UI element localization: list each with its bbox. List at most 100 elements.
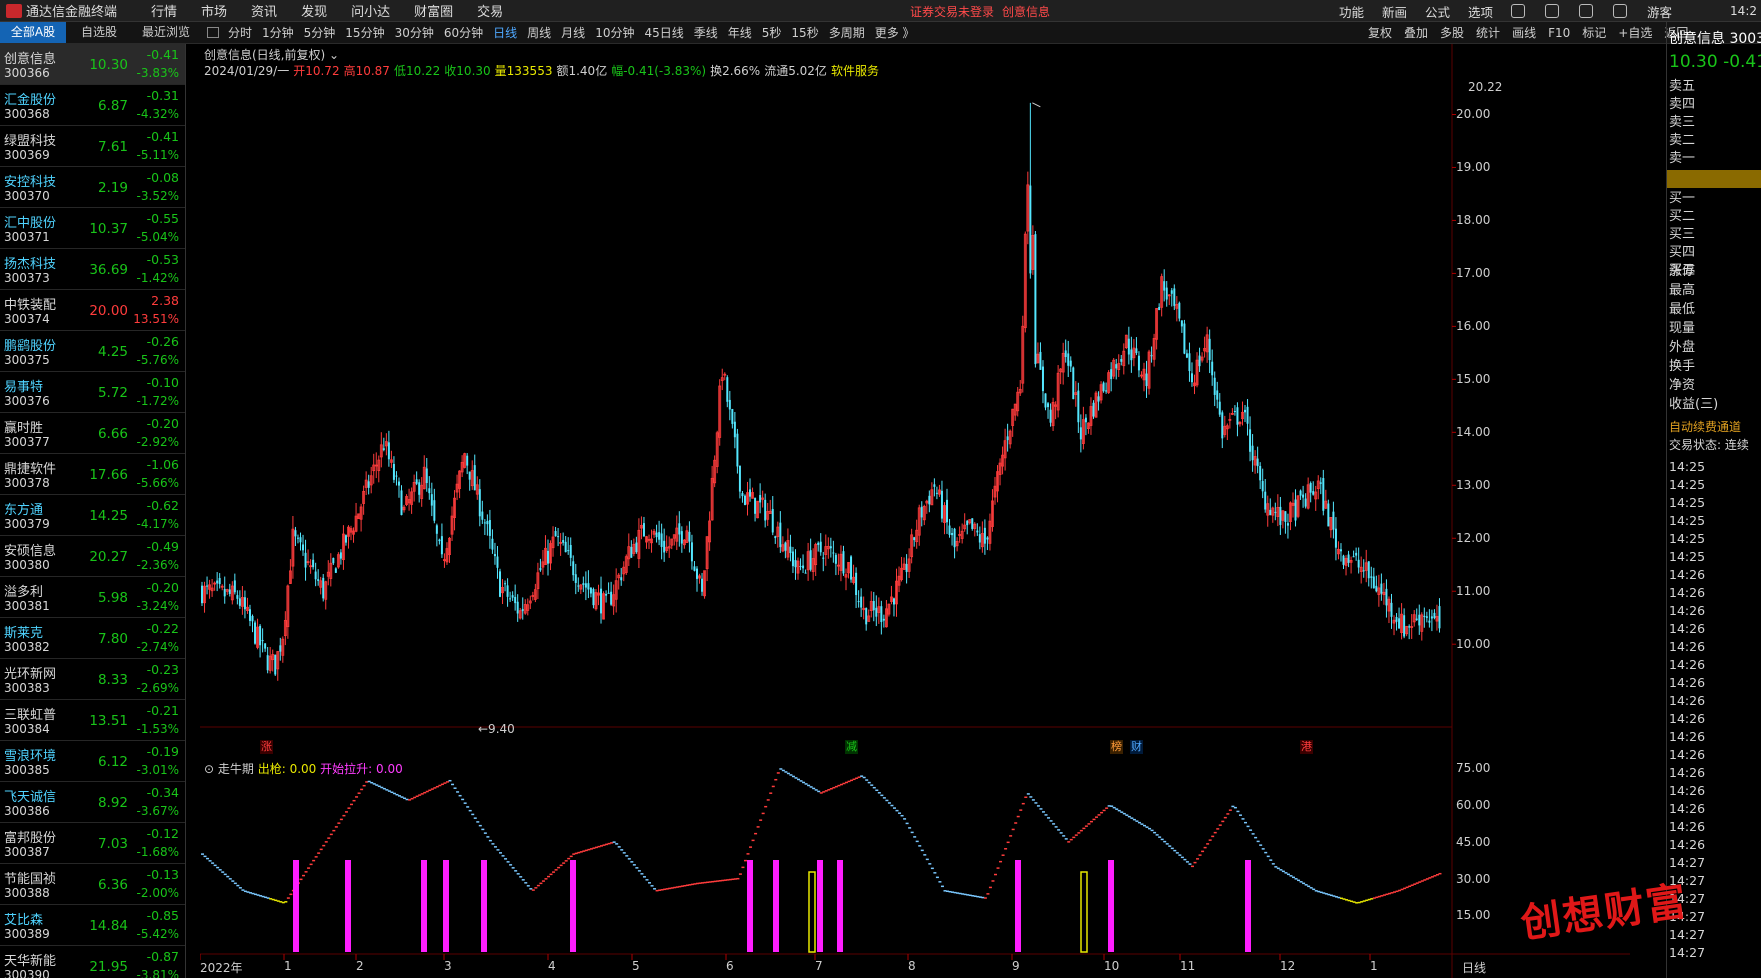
indicator-name[interactable]: 走牛期 (218, 762, 254, 776)
period-3[interactable]: 15分钟 (345, 24, 384, 41)
stock-row[interactable]: 天华新能 300390 21.95 -0.87 -3.81% (0, 946, 185, 978)
tool-4[interactable]: 画线 (1512, 24, 1536, 41)
period-4[interactable]: 30分钟 (395, 24, 434, 41)
menu-formula[interactable]: 公式 (1425, 2, 1450, 21)
period-0[interactable]: 分时 (228, 24, 252, 41)
stock-row[interactable]: 节能国祯 300388 6.36 -0.13 -2.00% (0, 864, 185, 905)
menu-wealth[interactable]: 财富圈 (414, 1, 453, 20)
signal-bar (1015, 860, 1021, 952)
tool-7[interactable]: +自选 (1618, 24, 1652, 41)
candle-body (1246, 406, 1249, 424)
period-7[interactable]: 周线 (527, 24, 551, 41)
event-marker[interactable]: 财 (1130, 740, 1143, 754)
period-5[interactable]: 60分钟 (444, 24, 483, 41)
event-marker[interactable]: 涨 (260, 740, 273, 754)
stock-row[interactable]: 鹏鹞股份 300375 4.25 -0.26 -5.76% (0, 331, 185, 372)
candle-body (1233, 411, 1236, 413)
tool-3[interactable]: 统计 (1476, 24, 1500, 41)
period-2[interactable]: 5分钟 (304, 24, 336, 41)
stock-row[interactable]: 赢时胜 300377 6.66 -0.20 -2.92% (0, 413, 185, 454)
tool-6[interactable]: 标记 (1582, 24, 1606, 41)
panel-toggle-icon[interactable] (207, 27, 219, 38)
menu-news[interactable]: 资讯 (251, 1, 277, 20)
stock-row[interactable]: 艾比森 300389 14.84 -0.85 -5.42% (0, 905, 185, 946)
candle-body (771, 509, 774, 533)
period-16[interactable]: 更多 》 (875, 24, 915, 41)
period-6[interactable]: 日线 (493, 24, 517, 41)
stock-row[interactable]: 溢多利 300381 5.98 -0.20 -3.24% (0, 577, 185, 618)
stock-row[interactable]: 三联虹普 300384 13.51 -0.21 -1.53% (0, 700, 185, 741)
stock-row[interactable]: 汇金股份 300368 6.87 -0.31 -4.32% (0, 85, 185, 126)
chart-canvas[interactable] (200, 44, 1630, 978)
stock-row[interactable]: 安硕信息 300380 20.27 -0.49 -2.36% (0, 536, 185, 577)
menu-options[interactable]: 选项 (1468, 2, 1493, 21)
stock-name: 安控科技 (4, 175, 57, 190)
stock-percent: -4.17% (136, 517, 179, 531)
event-marker[interactable]: 减 (845, 740, 858, 754)
event-marker[interactable]: 港 (1300, 740, 1313, 754)
tab-recent[interactable]: 最近浏览 (132, 22, 200, 43)
candle-body (1041, 366, 1044, 392)
period-12[interactable]: 年线 (728, 24, 752, 41)
period-10[interactable]: 45日线 (644, 24, 683, 41)
candle-body (554, 531, 557, 537)
menu-discover[interactable]: 发现 (301, 1, 327, 20)
stock-row[interactable]: 汇中股份 300371 10.37 -0.55 -5.04% (0, 208, 185, 249)
tool-5[interactable]: F10 (1548, 26, 1570, 40)
candle-body (880, 606, 883, 623)
message-icon[interactable] (1545, 4, 1560, 18)
stock-row[interactable]: 鼎捷软件 300378 17.66 -1.06 -5.66% (0, 454, 185, 495)
user-label[interactable]: 游客 (1647, 2, 1672, 21)
event-marker[interactable]: 榜 (1110, 740, 1123, 754)
candle-body (860, 596, 863, 608)
skin-icon[interactable] (1613, 4, 1628, 18)
stock-row[interactable]: 中铁装配 300374 20.00 2.38 13.51% (0, 290, 185, 331)
stock-row[interactable]: 易事特 300376 5.72 -0.10 -1.72% (0, 372, 185, 413)
menu-quotes[interactable]: 行情 (151, 1, 177, 20)
tool-0[interactable]: 复权 (1368, 24, 1392, 41)
stock-row[interactable]: 富邦股份 300387 7.03 -0.12 -1.68% (0, 823, 185, 864)
stock-row[interactable]: 斯莱克 300382 7.80 -0.22 -2.74% (0, 618, 185, 659)
stock-row[interactable]: 飞天诚信 300386 8.92 -0.34 -3.67% (0, 782, 185, 823)
stock-row[interactable]: 创意信息 300366 10.30 -0.41 -3.83% (0, 44, 185, 85)
info-sector[interactable]: 软件服务 (831, 64, 879, 78)
auto-renew[interactable]: 自动续费通道 交易状态: 连续 (1667, 418, 1761, 454)
candle-body (387, 442, 390, 460)
tab-all-a[interactable]: 全部A股 (0, 22, 66, 43)
stock-row[interactable]: 安控科技 300370 2.19 -0.08 -3.52% (0, 167, 185, 208)
phone-icon[interactable] (1579, 4, 1594, 18)
stock-change: -0.22 (146, 621, 179, 636)
login-notice[interactable]: 证券交易未登录 创意信息 (910, 3, 1058, 20)
tool-1[interactable]: 叠加 (1404, 24, 1428, 41)
period-14[interactable]: 15秒 (791, 24, 818, 41)
candle-body (1079, 427, 1082, 440)
candle-body (905, 563, 908, 573)
period-15[interactable]: 多周期 (829, 24, 865, 41)
dropdown-icon[interactable]: ⌄ (329, 48, 339, 62)
period-13[interactable]: 5秒 (762, 24, 782, 41)
menu-trade[interactable]: 交易 (477, 1, 503, 20)
tab-watchlist[interactable]: 自选股 (66, 22, 132, 43)
indicator-tick: 60.00 (1456, 798, 1491, 813)
indicator-tick: 30.00 (1456, 871, 1491, 886)
stock-price: 14.25 (89, 508, 128, 524)
candle-body (425, 468, 428, 484)
menu-function[interactable]: 功能 (1339, 2, 1364, 21)
period-11[interactable]: 季线 (694, 24, 718, 41)
menu-new-draw[interactable]: 新画 (1382, 2, 1407, 21)
menu-market[interactable]: 市场 (201, 1, 227, 20)
period-8[interactable]: 月线 (561, 24, 585, 41)
stock-row[interactable]: 光环新网 300383 8.33 -0.23 -2.69% (0, 659, 185, 700)
period-1[interactable]: 1分钟 (262, 24, 294, 41)
stock-row[interactable]: 绿盟科技 300369 7.61 -0.41 -5.11% (0, 126, 185, 167)
stock-row[interactable]: 扬杰科技 300373 36.69 -0.53 -1.42% (0, 249, 185, 290)
tool-2[interactable]: 多股 (1440, 24, 1464, 41)
candle-body (726, 377, 729, 402)
period-9[interactable]: 10分钟 (595, 24, 634, 41)
indicator-dropdown-icon[interactable]: ⊙ (204, 762, 214, 776)
refresh-icon[interactable] (1511, 4, 1526, 18)
kline-chart-area[interactable]: 创意信息(日线,前复权) ⌄ 2024/01/29/一 开10.72 高10.87 低… (200, 44, 1630, 978)
stock-row[interactable]: 雪浪环境 300385 6.12 -0.19 -3.01% (0, 741, 185, 782)
stock-row[interactable]: 东方通 300379 14.25 -0.62 -4.17% (0, 495, 185, 536)
menu-ask[interactable]: 问小达 (351, 1, 390, 20)
